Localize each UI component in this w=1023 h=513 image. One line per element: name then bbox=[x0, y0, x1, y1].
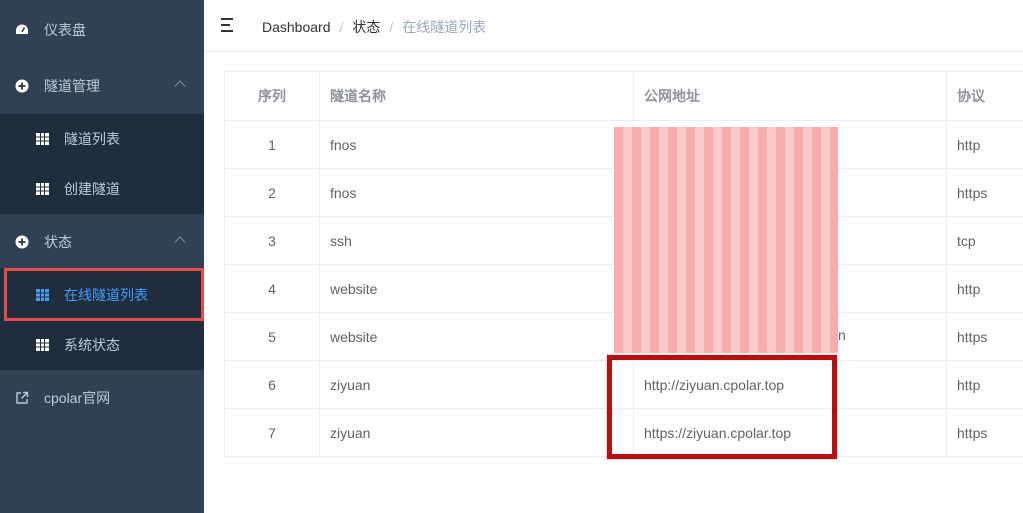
column-header-index: 序列 bbox=[225, 72, 320, 120]
cell-protocol: http bbox=[957, 280, 981, 297]
cell-index: 7 bbox=[225, 409, 320, 456]
sidebar-item-status[interactable]: 状态 bbox=[0, 222, 204, 262]
redaction-mosaic bbox=[614, 127, 838, 353]
cell-name: ziyuan bbox=[320, 361, 634, 408]
table-icon bbox=[34, 337, 50, 353]
chevron-up-icon bbox=[174, 236, 186, 248]
breadcrumb-separator: / bbox=[339, 19, 344, 35]
cell-index: 4 bbox=[225, 265, 320, 312]
breadcrumb-item-status: 状态 bbox=[352, 19, 381, 35]
sidebar-item-label: 隧道列表 bbox=[64, 131, 120, 147]
sidebar-item-label: cpolar官网 bbox=[44, 390, 111, 406]
cell-name: website bbox=[320, 265, 634, 312]
cell-index: 6 bbox=[225, 361, 320, 408]
breadcrumb-item-current: 在线隧道列表 bbox=[402, 19, 487, 35]
cell-protocol: https bbox=[957, 328, 988, 345]
sidebar-item-label: 仪表盘 bbox=[44, 22, 86, 38]
cell-name: fnos bbox=[320, 121, 634, 168]
annotation-highlight-box bbox=[4, 268, 204, 321]
table-icon bbox=[34, 181, 50, 197]
cell-index: 3 bbox=[225, 217, 320, 264]
cell-name: website bbox=[320, 313, 634, 360]
breadcrumb-item-dashboard[interactable]: Dashboard bbox=[262, 19, 331, 35]
cell-protocol: http bbox=[957, 136, 981, 153]
sidebar-item-create-tunnel[interactable]: 创建隧道 bbox=[0, 169, 204, 209]
cell-url-fragment: n bbox=[838, 327, 846, 343]
column-header-protocol: 协议 bbox=[957, 88, 985, 104]
sidebar: 仪表盘 隧道管理 隧道列表 创建隧道 状态 在线隧道列表 系统状态 cpolar… bbox=[0, 0, 204, 513]
cell-name: ziyuan bbox=[320, 409, 634, 456]
sidebar-item-tunnel-list[interactable]: 隧道列表 bbox=[0, 119, 204, 159]
plus-circle-icon bbox=[14, 234, 30, 250]
table-icon bbox=[34, 131, 50, 147]
sidebar-item-label: 系统状态 bbox=[64, 337, 120, 353]
table-header-row: 序列 隧道名称 公网地址 协议 bbox=[225, 72, 1023, 121]
sidebar-item-label: 隧道管理 bbox=[44, 78, 100, 94]
cell-index: 5 bbox=[225, 313, 320, 360]
dashboard-icon bbox=[14, 22, 30, 38]
top-navbar: Dashboard / 状态 / 在线隧道列表 bbox=[204, 0, 1023, 52]
cell-name: ssh bbox=[320, 217, 634, 264]
cell-index: 2 bbox=[225, 169, 320, 216]
cell-protocol: tcp bbox=[957, 232, 976, 249]
chevron-up-icon bbox=[174, 80, 186, 92]
cell-protocol: https bbox=[957, 424, 988, 441]
sidebar-item-label: 创建隧道 bbox=[64, 181, 120, 197]
annotation-highlight-box bbox=[607, 355, 837, 459]
column-header-name: 隧道名称 bbox=[320, 72, 634, 120]
sidebar-item-tunnel-management[interactable]: 隧道管理 bbox=[0, 66, 204, 106]
sidebar-item-system-status[interactable]: 系统状态 bbox=[0, 325, 204, 365]
column-header-url: 公网地址 bbox=[634, 72, 947, 120]
breadcrumb-separator: / bbox=[389, 19, 394, 35]
plus-circle-icon bbox=[14, 78, 30, 94]
cell-protocol: https bbox=[957, 184, 988, 201]
sidebar-item-label: 状态 bbox=[44, 234, 72, 250]
sidebar-item-cpolar-website[interactable]: cpolar官网 bbox=[0, 378, 204, 418]
sidebar-item-dashboard[interactable]: 仪表盘 bbox=[0, 10, 204, 50]
breadcrumb: Dashboard / 状态 / 在线隧道列表 bbox=[262, 17, 486, 37]
cell-index: 1 bbox=[225, 121, 320, 168]
cell-protocol: http bbox=[957, 376, 981, 393]
external-link-icon bbox=[14, 390, 30, 406]
cell-name: fnos bbox=[320, 169, 634, 216]
menu-fold-icon[interactable] bbox=[221, 18, 237, 32]
